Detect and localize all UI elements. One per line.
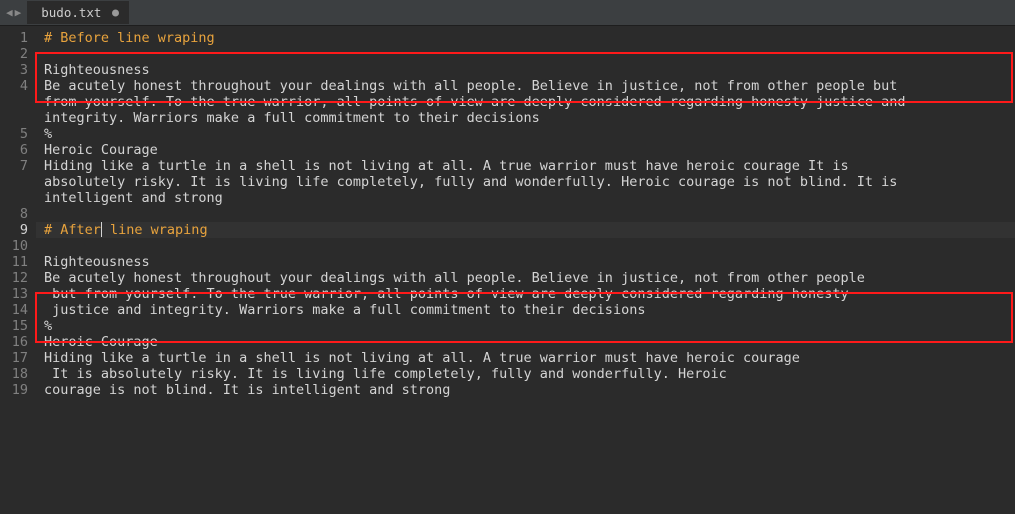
code-line: Be acutely honest throughout your dealin… <box>36 270 1015 286</box>
line-number: 15 <box>0 318 36 334</box>
code-line: but from yourself. To the true warrior, … <box>36 286 1015 302</box>
triangle-right-icon: ▶ <box>15 6 22 19</box>
line-number: 13 <box>0 286 36 302</box>
code-line: justice and integrity. Warriors make a f… <box>36 302 1015 318</box>
line-number <box>0 190 36 206</box>
code-line: from yourself. To the true warrior, all … <box>36 94 1015 110</box>
tab-filename: budo.txt <box>41 5 101 20</box>
line-number: 10 <box>0 238 36 254</box>
code-line: Righteousness <box>36 62 1015 78</box>
tab-budo[interactable]: budo.txt <box>27 1 129 24</box>
line-number: 6 <box>0 142 36 158</box>
code-line: Hiding like a turtle in a shell is not l… <box>36 158 1015 174</box>
code-line: absolutely risky. It is living life comp… <box>36 174 1015 190</box>
line-number <box>0 94 36 110</box>
line-number: 4 <box>0 78 36 94</box>
tab-bar: ◀ ▶ budo.txt <box>0 0 1015 26</box>
code-line: Heroic Courage <box>36 334 1015 350</box>
line-number: 1 <box>0 30 36 46</box>
line-number: 16 <box>0 334 36 350</box>
line-number <box>0 174 36 190</box>
line-number: 11 <box>0 254 36 270</box>
code-line: Heroic Courage <box>36 142 1015 158</box>
dirty-indicator-icon <box>112 9 119 16</box>
code-line <box>36 238 1015 254</box>
line-number: 12 <box>0 270 36 286</box>
code-line <box>36 46 1015 62</box>
tab-nav-arrows[interactable]: ◀ ▶ <box>0 6 27 19</box>
line-number: 3 <box>0 62 36 78</box>
code-line: courage is not blind. It is intelligent … <box>36 382 1015 398</box>
code-line: integrity. Warriors make a full commitme… <box>36 110 1015 126</box>
line-number: 8 <box>0 206 36 222</box>
code-line <box>36 206 1015 222</box>
line-number: 2 <box>0 46 36 62</box>
code-line: % <box>36 126 1015 142</box>
line-number: 17 <box>0 350 36 366</box>
code-line: It is absolutely risky. It is living lif… <box>36 366 1015 382</box>
line-number-gutter: 12345678910111213141516171819 <box>0 26 36 514</box>
line-number: 9 <box>0 222 36 238</box>
code-line: Righteousness <box>36 254 1015 270</box>
line-number: 5 <box>0 126 36 142</box>
line-number: 19 <box>0 382 36 398</box>
triangle-left-icon: ◀ <box>6 6 13 19</box>
line-number: 14 <box>0 302 36 318</box>
code-line: Hiding like a turtle in a shell is not l… <box>36 350 1015 366</box>
code-area[interactable]: # Before line wrapingRighteousnessBe acu… <box>36 26 1015 514</box>
line-number: 7 <box>0 158 36 174</box>
line-number: 18 <box>0 366 36 382</box>
code-line: % <box>36 318 1015 334</box>
code-line: intelligent and strong <box>36 190 1015 206</box>
code-line: # Before line wraping <box>36 30 1015 46</box>
line-number <box>0 110 36 126</box>
code-line: # After line wraping <box>36 222 1015 238</box>
editor: 12345678910111213141516171819 # Before l… <box>0 26 1015 514</box>
code-line: Be acutely honest throughout your dealin… <box>36 78 1015 94</box>
